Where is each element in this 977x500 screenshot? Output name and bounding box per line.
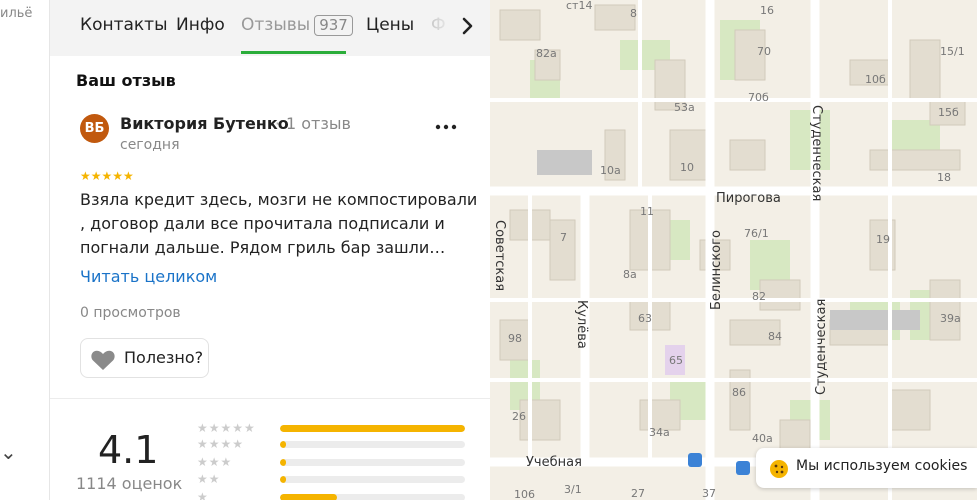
tab-bar: Контакты Инфо Отзывы937 Цены Ф: [50, 0, 490, 56]
map-street-label: Советская: [492, 220, 507, 291]
map-building-label: 8а: [623, 268, 637, 281]
distribution-stars: ★★★★: [197, 437, 245, 451]
helpful-label: Полезно?: [124, 348, 204, 367]
review-date: сегодня: [120, 137, 180, 153]
cookie-icon: [770, 460, 788, 478]
map-building-label: 15б: [938, 106, 959, 119]
map-building-label: 16: [760, 4, 774, 17]
map-building-label: 7: [560, 231, 567, 244]
map-building-label: 65: [669, 354, 683, 367]
distribution-bar: [280, 476, 465, 483]
rating-total: 1114 оценок: [76, 474, 183, 493]
map-building-label: 39а: [940, 312, 961, 325]
map-street-label: Студенческая: [814, 299, 829, 395]
reviews-count-badge: 937: [314, 15, 353, 36]
section-title: Ваш отзыв: [76, 71, 176, 90]
avatar[interactable]: ВБ: [80, 114, 109, 143]
more-options-icon[interactable]: [432, 116, 460, 138]
map-building-label: 98: [508, 332, 522, 345]
distribution-fill: [280, 476, 287, 483]
rating-distribution-row[interactable]: ★★★: [197, 455, 469, 469]
tab-reviews[interactable]: Отзывы 937: [241, 15, 353, 36]
views-count: 0 просмотров: [80, 305, 181, 321]
map-building-label: 82: [752, 290, 766, 303]
map-building-label: 27: [631, 487, 645, 500]
map-building-label: 10а: [600, 164, 621, 177]
author-name[interactable]: Виктория Бутенко: [120, 114, 289, 133]
rating-distribution-row[interactable]: ★★★★: [197, 437, 469, 451]
distribution-stars: ★: [197, 490, 209, 500]
distribution-bar: [280, 494, 465, 500]
map-building-label: 8: [630, 7, 637, 20]
chevron-right-icon[interactable]: [455, 14, 479, 38]
map-building-label: 76/1: [744, 227, 769, 240]
left-panel-edge: ильё ⌄: [0, 0, 50, 500]
tab-reviews-label: Отзывы: [241, 15, 311, 35]
map-building-label: 40а: [752, 432, 773, 445]
map-canvas[interactable]: Пирогова Студенческая Белинского Кулёва …: [490, 0, 977, 500]
distribution-bar: [280, 459, 465, 466]
distribution-stars: ★★: [197, 472, 221, 486]
map-building-label: 70б: [748, 91, 769, 104]
tab-contacts[interactable]: Контакты: [80, 15, 168, 35]
map-street-label: Пирогова: [716, 191, 781, 206]
map-building-label: 18: [937, 171, 951, 184]
map-street-label: Белинского: [709, 230, 724, 310]
rating-distribution-row[interactable]: ★★★★★: [197, 421, 469, 435]
tab-prices[interactable]: Цены: [366, 15, 414, 35]
heart-icon: [91, 350, 115, 370]
distribution-fill: [280, 459, 287, 466]
review-text: Взяла кредит здесь, мозги не компостиров…: [80, 190, 478, 257]
read-more-link[interactable]: Читать целиком: [80, 267, 217, 286]
map-building-label: 10: [680, 161, 694, 174]
distribution-fill: [280, 425, 465, 432]
map-street-label: Кулёва: [574, 300, 589, 349]
map-building-label: 84: [768, 330, 782, 343]
cookie-banner[interactable]: Мы используем cookies: [756, 448, 977, 488]
map-building-label: 70: [757, 45, 771, 58]
review-stars: ★★★★★: [80, 169, 134, 183]
map[interactable]: Пирогова Студенческая Белинского Кулёва …: [490, 0, 977, 500]
map-building-label: 53а: [674, 101, 695, 114]
map-building-label: 15/1: [940, 45, 965, 58]
distribution-stars: ★★★★★: [197, 421, 256, 435]
rating-distribution-row[interactable]: ★: [197, 490, 469, 500]
helpful-button[interactable]: Полезно?: [80, 338, 209, 378]
chevron-down-icon[interactable]: ⌄: [0, 440, 17, 464]
left-panel-text: ильё: [0, 6, 33, 21]
distribution-fill: [280, 494, 338, 500]
author-reviews-count: 1 отзыв: [286, 114, 351, 133]
distribution-fill: [280, 441, 286, 448]
meta-separator: ·: [275, 114, 281, 133]
map-street-label: Учебная: [526, 455, 582, 470]
map-building-label: 3/1: [564, 483, 582, 496]
map-building-label: 82а: [536, 47, 557, 60]
rating-distribution-row[interactable]: ★★: [197, 472, 469, 486]
map-building-label: 26: [512, 410, 526, 423]
map-building-label: 106: [514, 488, 535, 500]
distribution-bar: [280, 425, 465, 432]
map-building-label: 63: [638, 312, 652, 325]
distribution-stars: ★★★: [197, 455, 233, 469]
distribution-bar: [280, 441, 465, 448]
tab-info[interactable]: Инфо: [176, 15, 225, 35]
map-building-label: 37: [702, 487, 716, 500]
map-building-label: ст14: [566, 0, 592, 12]
map-building-label: 86: [732, 386, 746, 399]
organization-panel: Контакты Инфо Отзывы937 Цены Ф Ваш отзыв…: [50, 0, 490, 500]
map-building-label: 34а: [649, 426, 670, 439]
map-building-label: 10б: [865, 73, 886, 86]
rating-value: 4.1: [98, 428, 159, 472]
active-tab-indicator: [241, 51, 346, 54]
cookie-text: Мы используем cookies: [796, 458, 968, 474]
map-street-label: Студенческая: [809, 105, 824, 201]
map-building-label: 11: [640, 205, 654, 218]
map-building-label: 19: [876, 233, 890, 246]
divider: [50, 398, 490, 399]
